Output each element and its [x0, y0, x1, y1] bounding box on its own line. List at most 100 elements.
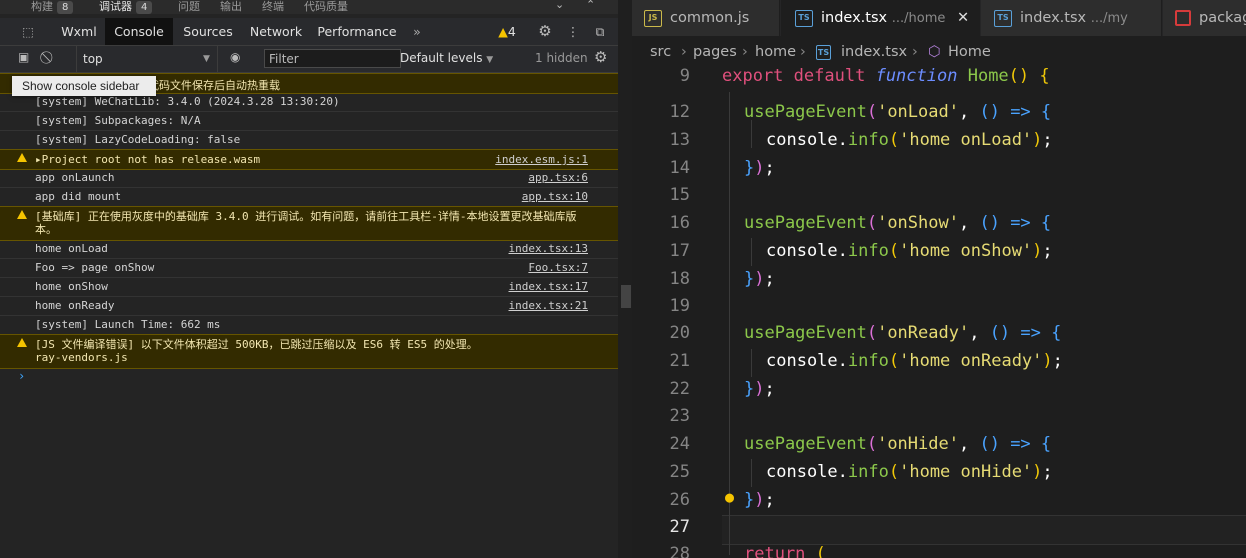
symbol-icon: ⬡: [928, 44, 941, 60]
editor-tab-index-my[interactable]: TS index.tsx .../my: [981, 0, 1162, 36]
dropdown-caret-icon: ▼: [486, 55, 494, 65]
console-source-link[interactable]: index.esm.js:1: [495, 153, 588, 166]
devtools-panel: 构建 8 调试器 4 问题 输出 终端 代码质量 ⌄ ⌃ ⬚ Wxml Consol…: [0, 0, 618, 558]
settings-gear-icon[interactable]: ⚙: [534, 18, 556, 45]
filter-input[interactable]: [264, 49, 401, 68]
breadcrumb-home[interactable]: home: [755, 38, 796, 66]
js-file-icon: JS: [644, 9, 662, 27]
pane-splitter[interactable]: [618, 0, 632, 558]
console-message: [system] WeChatLib: 3.4.0 (2024.3.28 13:…: [35, 95, 340, 108]
breadcrumb-src[interactable]: src: [650, 38, 671, 66]
more-options-icon[interactable]: ⋮: [564, 18, 582, 45]
code-line-24: usePageEvent('onHide', () => {: [744, 434, 1052, 454]
line-number: 12: [669, 102, 690, 122]
console-message: app did mount: [35, 190, 122, 203]
inspect-element-icon[interactable]: ⬚: [14, 18, 42, 45]
line-number: 18: [669, 269, 690, 289]
console-message: [system] Launch Time: 662 ms: [35, 318, 221, 331]
console-row: home onLoad index.tsx:13: [0, 239, 618, 259]
code-line-20: usePageEvent('onReady', () => {: [744, 323, 1062, 343]
console-warning-row: [JS 文件编译错误] 以下文件体积超过 500KB，已跳过压缩以及 ES6 转…: [0, 334, 618, 369]
collapse-icon[interactable]: ⌄: [555, 0, 564, 11]
code-line-18: });: [744, 269, 775, 289]
code-line-28: return (: [744, 544, 826, 558]
console-row: app did mount app.tsx:10: [0, 187, 618, 207]
dock-icon[interactable]: ⧉: [588, 18, 612, 45]
eye-icon[interactable]: ◉: [230, 50, 240, 64]
console-message: home onShow: [35, 280, 108, 293]
console-message: home onLoad: [35, 242, 108, 255]
console-source-link[interactable]: Foo.tsx:7: [528, 261, 588, 274]
sidebar-toggle-icon[interactable]: ▣: [18, 50, 29, 64]
breadcrumb-pages[interactable]: pages: [693, 38, 737, 66]
breadcrumb-file[interactable]: index.tsx: [841, 38, 907, 66]
console-toolbar: ▣ ⃠ top ▼ ◉ Default levels ▼ 1 hidden ⚙: [0, 46, 618, 73]
tab-network[interactable]: Network: [244, 18, 308, 45]
tab-terminal[interactable]: 终端: [262, 0, 284, 14]
devtools-tabs: ⬚ Wxml Console Sources Network Performan…: [0, 18, 618, 46]
breadcrumb-symbol[interactable]: Home: [948, 38, 991, 66]
console-message: ▸Project root not has release.wasm: [35, 153, 261, 166]
console-output: 代码文件保存后自动热重载 [system] WeChatLib: 3.4.0 (…: [0, 73, 618, 558]
current-line-highlight: [722, 515, 1246, 545]
code-line-22: });: [744, 379, 775, 399]
console-source-link[interactable]: index.tsx:13: [509, 242, 588, 255]
console-message: [JS 文件编译错误] 以下文件体积超过 500KB，已跳过压缩以及 ES6 转…: [35, 338, 478, 364]
line-number: 22: [669, 379, 690, 399]
editor-tab-package[interactable]: packag: [1163, 0, 1246, 36]
line-number: 20: [669, 323, 690, 343]
dropdown-caret-icon: ▼: [203, 54, 210, 64]
warning-counter[interactable]: ▲4: [492, 18, 522, 45]
editor-tab-index-home[interactable]: TS index.tsx .../home ✕: [781, 0, 980, 36]
more-tabs-icon[interactable]: »: [404, 18, 430, 45]
console-source-link[interactable]: app.tsx:6: [528, 171, 588, 184]
console-prompt[interactable]: ›: [18, 369, 25, 383]
line-number: 13: [669, 130, 690, 150]
ts-file-icon: TS: [795, 9, 813, 27]
tab-code-quality[interactable]: 代码质量: [304, 0, 348, 14]
tab-console[interactable]: Console: [105, 18, 173, 45]
line-number: 16: [669, 213, 690, 233]
line-number: 15: [669, 185, 690, 205]
console-message: [system] Subpackages: N/A: [35, 114, 201, 127]
console-settings-gear-icon[interactable]: ⚙: [594, 48, 607, 66]
line-number: 24: [669, 434, 690, 454]
maximize-icon[interactable]: ⌃: [586, 0, 595, 11]
tab-wxml[interactable]: Wxml: [53, 18, 105, 45]
context-selector[interactable]: top ▼: [76, 46, 218, 72]
warning-icon: [17, 210, 27, 219]
code-line-26: });: [744, 490, 775, 510]
console-warning-row: [基础库] 正在使用灰度中的基础库 3.4.0 进行调试。如有问题，请前往工具栏…: [0, 206, 618, 241]
line-number: 25: [669, 462, 690, 482]
code-line-14: });: [744, 158, 775, 178]
tab-performance[interactable]: Performance: [312, 18, 402, 45]
line-number: 27: [669, 517, 690, 537]
tab-problems[interactable]: 问题: [178, 0, 200, 14]
tab-build[interactable]: 构建 8: [31, 0, 74, 14]
console-source-link[interactable]: index.tsx:21: [509, 299, 588, 312]
code-line-16: usePageEvent('onShow', () => {: [744, 213, 1052, 233]
code-line-17: console.info('home onShow');: [766, 241, 1053, 261]
console-message: [system] LazyCodeLoading: false: [35, 133, 241, 146]
warning-icon: [17, 338, 27, 347]
console-row: [system] Subpackages: N/A: [0, 111, 618, 131]
line-number: 17: [669, 241, 690, 261]
tab-output[interactable]: 输出: [220, 0, 242, 14]
console-source-link[interactable]: index.tsx:17: [509, 280, 588, 293]
editor-tab-common-js[interactable]: JS common.js: [632, 0, 780, 36]
code-line-21: console.info('home onReady');: [766, 351, 1063, 371]
log-levels-dropdown[interactable]: Default levels ▼: [400, 51, 493, 65]
console-source-link[interactable]: app.tsx:10: [522, 190, 588, 203]
close-tab-icon[interactable]: ✕: [957, 0, 969, 36]
sidebar-tooltip: Show console sidebar: [12, 76, 156, 96]
tab-debugger[interactable]: 调试器 4: [99, 0, 153, 14]
code-area[interactable]: 9 12 13 14 15 16 17 18 19 20 21 22 23 24 25 26 27 28 expo…: [632, 66, 1246, 558]
warning-icon: ▲: [498, 24, 508, 39]
line-number: 28: [669, 544, 690, 558]
editor-tabs: JS common.js TS index.tsx .../home ✕ TS ind…: [632, 0, 1246, 36]
line-number: 9: [679, 66, 690, 86]
tab-sources[interactable]: Sources: [176, 18, 240, 45]
console-row: Foo => page onShow Foo.tsx:7: [0, 258, 618, 278]
code-line-13: console.info('home onLoad');: [766, 130, 1053, 150]
lightbulb-icon[interactable]: ●: [725, 488, 734, 506]
